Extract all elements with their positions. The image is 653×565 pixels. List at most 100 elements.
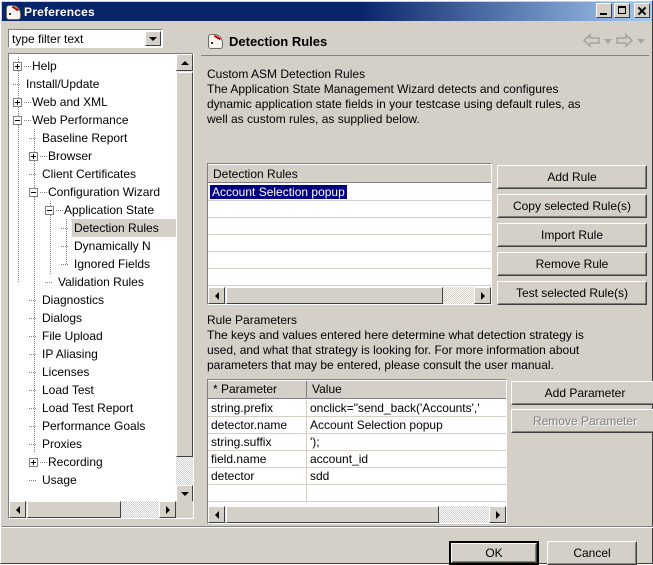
tree-collapse-icon[interactable] (13, 115, 22, 125)
tree-item-configuration-wizard[interactable]: Configuration Wizard (9, 183, 176, 201)
scroll-right-button[interactable] (159, 501, 176, 518)
tree-item-web-performance[interactable]: Web Performance (9, 111, 176, 129)
tree-expand-icon[interactable] (29, 457, 38, 467)
tree-item-help[interactable]: Help (9, 57, 176, 75)
tree-item-validation-rules[interactable]: Validation Rules (9, 273, 176, 291)
cancel-button[interactable]: Cancel (547, 541, 637, 565)
chevron-down-icon[interactable] (145, 31, 161, 46)
scroll-right-button[interactable] (474, 287, 491, 304)
rule-parameters-table[interactable]: * Parameter Value string.prefix onclick="… (207, 379, 507, 524)
tree-item-proxies[interactable]: Proxies (9, 435, 176, 453)
tree-item-detection-rules[interactable]: Detection Rules (9, 219, 176, 237)
tree-item-application-state[interactable]: Application State (9, 201, 176, 219)
column-header-value[interactable]: Value (307, 381, 506, 398)
ok-button[interactable]: OK (449, 541, 539, 565)
window-title-bar[interactable]: Preferences (2, 2, 652, 21)
maximize-button[interactable] (614, 3, 630, 18)
filter-input[interactable]: type filter text (12, 32, 83, 46)
test-selected-rule-s-button[interactable]: Test selected Rule(s) (497, 281, 647, 305)
tree-item-diagnostics[interactable]: Diagnostics (9, 291, 176, 309)
tree-item-ignored-fields[interactable]: Ignored Fields (9, 255, 176, 273)
tree-expand-icon[interactable] (13, 61, 22, 71)
parameter-name-cell[interactable]: field.name (208, 451, 307, 467)
parameters-table-row[interactable]: field.name account_id (208, 451, 506, 468)
button-label: Test selected Rule(s) (498, 282, 646, 304)
tree-item-load-test-report[interactable]: Load Test Report (9, 399, 176, 417)
tree-item-file-upload[interactable]: File Upload (9, 327, 176, 345)
scroll-left-button[interactable] (9, 501, 26, 518)
scroll-down-button[interactable] (176, 485, 193, 502)
parameters-table-row[interactable]: string.prefix onclick="send_back('Account… (208, 400, 506, 417)
tree-item-web-and-xml[interactable]: Web and XML (9, 93, 176, 111)
parameter-name-cell[interactable]: string.prefix (208, 400, 307, 416)
rules-list-item[interactable]: Account Selection popup (208, 184, 491, 201)
scroll-up-button[interactable] (176, 54, 193, 71)
parameter-value-cell[interactable]: sdd (307, 468, 506, 484)
parameters-table-row[interactable] (208, 485, 506, 502)
tree-connector-icon (29, 314, 38, 323)
rules-hscroll-thumb[interactable] (226, 287, 443, 304)
import-rule-button[interactable]: Import Rule (497, 223, 647, 247)
parameter-name-cell[interactable]: detector (208, 468, 307, 484)
tree-item-performance-goals[interactable]: Performance Goals (9, 417, 176, 435)
tree-collapse-icon[interactable] (29, 187, 38, 197)
parameter-name-cell[interactable] (208, 485, 307, 501)
minimize-button[interactable] (596, 3, 612, 18)
parameter-value-cell[interactable]: onclick="send_back('Accounts',' (307, 400, 506, 416)
scroll-left-button[interactable] (208, 287, 225, 304)
rules-list-item[interactable] (208, 201, 491, 218)
preferences-tree[interactable]: Help Install/Update Web and XML Web Perform… (8, 53, 194, 519)
rules-list-item[interactable] (208, 252, 491, 269)
parameter-value-cell[interactable]: Account Selection popup (307, 417, 506, 433)
rules-list-item[interactable] (208, 218, 491, 235)
parameter-value-cell[interactable]: '); (307, 434, 506, 450)
parameter-value-cell[interactable] (307, 485, 506, 501)
parameters-table-row[interactable]: detector sdd (208, 468, 506, 485)
parameter-name-cell[interactable]: detector.name (208, 417, 307, 433)
tree-item-install-update[interactable]: Install/Update (9, 75, 176, 93)
scroll-left-button[interactable] (208, 506, 225, 523)
back-history-chevron-down-icon[interactable] (604, 39, 612, 44)
tree-item-licenses[interactable]: Licenses (9, 363, 176, 381)
tree-item-load-test[interactable]: Load Test (9, 381, 176, 399)
close-button[interactable] (634, 3, 650, 18)
tree-hscroll-thumb[interactable] (27, 501, 121, 518)
tree-item-ip-aliasing[interactable]: IP Aliasing (9, 345, 176, 363)
tree-item-usage[interactable]: Usage (9, 471, 176, 489)
copy-selected-rule-s-button[interactable]: Copy selected Rule(s) (497, 194, 647, 218)
parameter-value-cell[interactable]: account_id (307, 451, 506, 467)
parameter-name-cell[interactable]: string.suffix (208, 434, 307, 450)
tree-expand-icon[interactable] (13, 97, 22, 107)
scroll-right-button[interactable] (489, 506, 506, 523)
arrow-left-icon[interactable] (583, 33, 600, 48)
add-parameter-button[interactable]: Add Parameter (511, 381, 653, 405)
tree-expand-icon[interactable] (29, 151, 38, 161)
tree-item-client-certificates[interactable]: Client Certificates (9, 165, 176, 183)
tree-horizontal-scrollbar[interactable] (9, 501, 176, 518)
parameters-horizontal-scrollbar[interactable] (208, 506, 506, 523)
parameters-table-row[interactable]: detector.name Account Selection popup (208, 417, 506, 434)
parameters-hscroll-thumb[interactable] (226, 506, 439, 523)
tree-item-dynamically-n[interactable]: Dynamically N (9, 237, 176, 255)
column-header-parameter[interactable]: * Parameter (208, 381, 307, 398)
rules-list-item[interactable] (208, 269, 491, 286)
tree-item-browser[interactable]: Browser (9, 147, 176, 165)
rules-list-item[interactable] (208, 235, 491, 252)
arrow-right-icon[interactable] (616, 33, 633, 48)
detection-rules-list[interactable]: Detection Rules Account Selection popup (207, 163, 492, 305)
rules-column-header[interactable]: Detection Rules (208, 164, 491, 183)
forward-history-chevron-down-icon[interactable] (637, 39, 645, 44)
tree-connector-icon (56, 206, 63, 215)
tree-collapse-icon[interactable] (45, 205, 54, 215)
remove-rule-button[interactable]: Remove Rule (497, 252, 647, 276)
tree-item-recording[interactable]: Recording (9, 453, 176, 471)
filter-combobox[interactable]: type filter text (8, 29, 163, 48)
tree-item-dialogs[interactable]: Dialogs (9, 309, 176, 327)
tree-item-baseline-report[interactable]: Baseline Report (9, 129, 176, 147)
rules-horizontal-scrollbar[interactable] (208, 287, 491, 304)
parameters-table-row[interactable]: string.suffix '); (208, 434, 506, 451)
add-rule-button[interactable]: Add Rule (497, 165, 647, 189)
gauge-icon (207, 34, 223, 49)
tree-vscroll-thumb[interactable] (176, 72, 193, 457)
tree-vertical-scrollbar[interactable] (176, 54, 193, 502)
